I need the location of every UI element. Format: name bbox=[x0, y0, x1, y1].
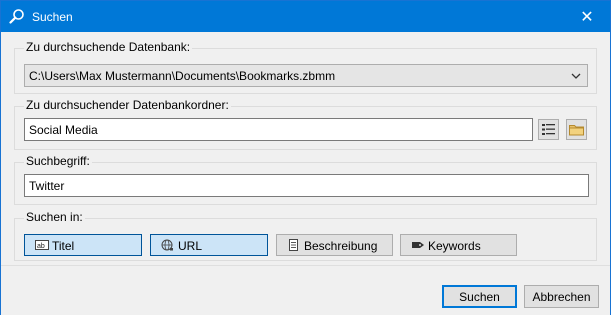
tag-icon bbox=[412, 242, 424, 248]
search-dialog: Suchen ✕ Zu durchsuchende Datenbank: C:\… bbox=[0, 0, 611, 315]
chevron-down-icon bbox=[571, 73, 581, 79]
magnifier-icon bbox=[9, 9, 24, 24]
close-button[interactable]: ✕ bbox=[564, 1, 610, 32]
window-title: Suchen bbox=[32, 10, 73, 24]
folder-group-label: Zu durchsuchender Datenbankordner: bbox=[24, 98, 231, 112]
search-in-group: Suchen in: ab Titel URL Beschreibung Key… bbox=[14, 210, 597, 261]
search-in-description-toggle[interactable]: Beschreibung bbox=[276, 234, 393, 256]
search-in-description-label: Beschreibung bbox=[304, 239, 378, 253]
folder-tree-icon bbox=[542, 124, 555, 135]
text-field-icon: ab bbox=[35, 240, 49, 250]
choose-folder-tree-button[interactable] bbox=[538, 119, 559, 140]
close-icon: ✕ bbox=[580, 8, 594, 26]
search-term-input[interactable]: Twitter bbox=[24, 174, 589, 197]
browse-folder-button[interactable] bbox=[566, 119, 587, 140]
folder-icon bbox=[569, 125, 584, 136]
search-in-url-label: URL bbox=[178, 239, 203, 253]
search-term-group-label: Suchbegriff: bbox=[24, 154, 92, 168]
folder-group: Zu durchsuchender Datenbankordner: Socia… bbox=[14, 98, 597, 150]
search-in-keywords-toggle[interactable]: Keywords bbox=[400, 234, 517, 256]
database-combobox-value: C:\Users\Max Mustermann\Documents\Bookma… bbox=[29, 69, 336, 83]
search-button[interactable]: Suchen bbox=[442, 285, 517, 308]
globe-link-icon bbox=[161, 239, 173, 251]
search-in-url-toggle[interactable]: URL bbox=[150, 234, 268, 256]
folder-field-value: Social Media bbox=[29, 123, 98, 137]
title-bar[interactable]: Suchen ✕ bbox=[1, 1, 610, 32]
svg-text:ab: ab bbox=[37, 243, 45, 250]
document-icon bbox=[289, 239, 298, 251]
search-in-keywords-label: Keywords bbox=[428, 239, 481, 253]
database-group-label: Zu durchsuchende Datenbank: bbox=[24, 40, 193, 54]
database-combobox[interactable]: C:\Users\Max Mustermann\Documents\Bookma… bbox=[24, 64, 588, 87]
database-group: Zu durchsuchende Datenbank: C:\Users\Max… bbox=[14, 40, 597, 94]
dialog-footer: Suchen Abbrechen bbox=[1, 265, 610, 315]
search-term-group: Suchbegriff: Twitter bbox=[14, 154, 597, 205]
search-in-title-toggle[interactable]: ab Titel bbox=[24, 234, 142, 256]
search-term-value: Twitter bbox=[29, 179, 65, 193]
search-in-group-label: Suchen in: bbox=[24, 210, 85, 224]
dialog-content: Zu durchsuchende Datenbank: C:\Users\Max… bbox=[1, 32, 610, 265]
folder-field[interactable]: Social Media bbox=[24, 118, 533, 141]
search-in-title-label: Titel bbox=[52, 239, 75, 253]
cancel-button[interactable]: Abbrechen bbox=[524, 285, 599, 308]
